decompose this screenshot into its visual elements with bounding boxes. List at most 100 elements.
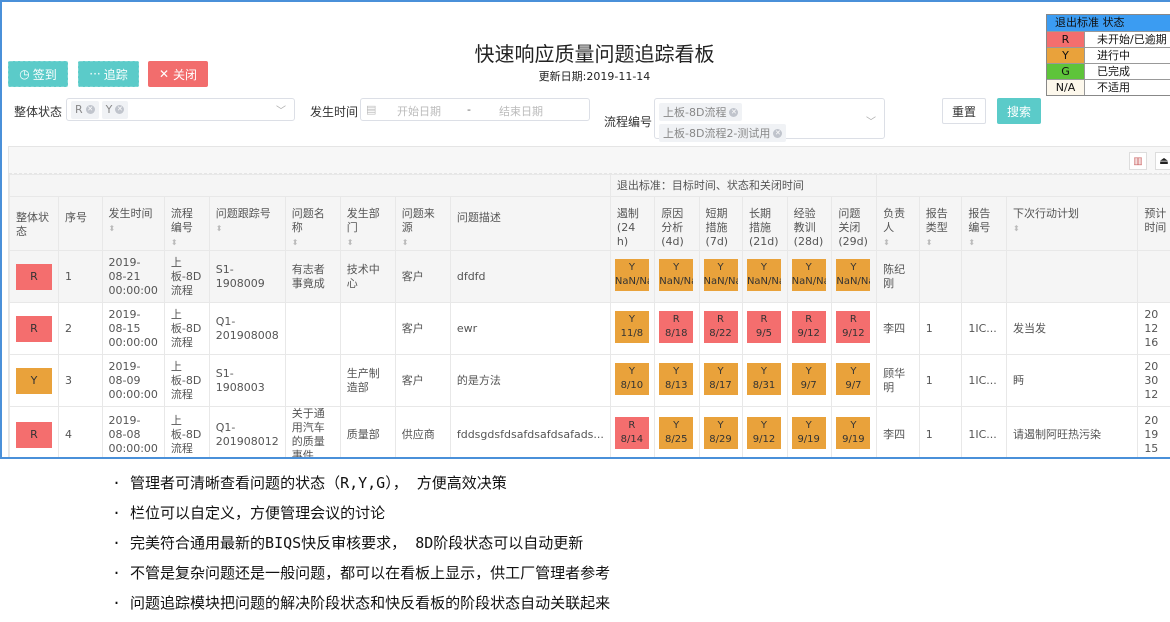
cell-plan: 发当发 <box>1006 303 1137 355</box>
columns-icon[interactable]: ▥ <box>1129 152 1147 170</box>
checkin-button[interactable]: ◷ 签到 <box>8 61 68 87</box>
tag-remove-icon[interactable]: ✕ <box>773 129 782 138</box>
table-row[interactable]: R12019-08-21 00:00:00上板-8D流程S1-1908009有志… <box>10 251 1170 303</box>
cell-plan: 请遏制阿旺热污染 <box>1006 407 1137 460</box>
overall-status-badge: Y <box>16 368 52 394</box>
cell-no: 3 <box>59 355 103 407</box>
cell-flow: 上板-8D流程 <box>164 355 209 407</box>
sort-icon[interactable]: ⬍ <box>347 236 354 250</box>
column-header: 问题关闭(29d) <box>832 197 877 251</box>
flow-tag[interactable]: 上板-8D流程2-测试用✕ <box>659 124 786 142</box>
bullet-item: · 不管是复杂问题还是一般问题，都可以在看板上显示，供工厂管理者参考 <box>112 562 610 592</box>
sort-icon[interactable]: ⬍ <box>402 236 409 250</box>
column-header[interactable]: 报告编号 ⬍ <box>962 197 1007 251</box>
calendar-icon: ▤ <box>366 103 376 116</box>
cell-track-no: S1-1908003 <box>209 355 285 407</box>
cell-owner: 陈纪刚 <box>877 251 920 303</box>
cell-dept: 生产制造部 <box>340 355 395 407</box>
stage-status-badge: Y8/29 <box>704 417 738 449</box>
cell-no: 4 <box>59 407 103 460</box>
sort-icon[interactable]: ⬍ <box>1013 222 1020 236</box>
flow-tag[interactable]: 上板-8D流程✕ <box>659 103 742 121</box>
table-row[interactable]: R42019-08-08 00:00:00上板-8D流程Q1-201908012… <box>10 407 1170 460</box>
end-date-input[interactable]: 结束日期 <box>499 103 543 119</box>
sort-icon[interactable]: ⬍ <box>883 236 890 250</box>
track-button[interactable]: ··· 追踪 <box>78 61 139 87</box>
legend-row: N/A 不适用 <box>1047 79 1170 95</box>
flow-filter-select[interactable]: 上板-8D流程✕ 上板-8D流程2-测试用✕ ﹀ <box>654 98 885 139</box>
status-filter-select[interactable]: R✕ Y✕ ﹀ <box>66 98 295 121</box>
chevron-down-icon: ﹀ <box>276 102 286 117</box>
stage-status-badge: Y8/13 <box>659 363 693 395</box>
stage-status-badge: Y9/7 <box>792 363 826 395</box>
sort-icon[interactable]: ⬍ <box>216 222 223 236</box>
date-range-picker[interactable]: ▤ 开始日期 - 结束日期 <box>360 98 590 121</box>
export-icon[interactable]: ⏏ <box>1155 152 1170 170</box>
cell-time: 2019-08-09 00:00:00 <box>102 355 164 407</box>
stage-status-badge: Y9/19 <box>792 417 826 449</box>
stage-status-badge: Y8/17 <box>704 363 738 395</box>
cell-desc: dfdfd <box>450 251 610 303</box>
column-header[interactable]: 发生部门 ⬍ <box>340 197 395 251</box>
column-header[interactable]: 报告类型 ⬍ <box>919 197 962 251</box>
column-header[interactable]: 发生时间 ⬍ <box>102 197 164 251</box>
cell-owner: 顾华明 <box>877 355 920 407</box>
stage-status-badge: Y8/10 <box>615 363 649 395</box>
column-header-row: 整体状态序号发生时间 ⬍流程编号 ⬍问题跟踪号 ⬍问题名称 ⬍发生部门 ⬍问题来… <box>10 197 1170 251</box>
column-header[interactable]: 下次行动计划 ⬍ <box>1006 197 1137 251</box>
sort-icon[interactable]: ⬍ <box>292 236 299 250</box>
column-header[interactable]: 负责人 ⬍ <box>877 197 920 251</box>
stage-status-badge: R9/12 <box>836 311 870 343</box>
time-filter-label: 发生时间 <box>310 103 358 120</box>
status-tag[interactable]: Y✕ <box>102 101 129 119</box>
column-header: 预计时间 <box>1138 197 1170 251</box>
status-tag[interactable]: R✕ <box>71 101 99 119</box>
sort-icon[interactable]: ⬍ <box>171 236 178 250</box>
clock-icon: ◷ <box>19 67 29 81</box>
overall-status-badge: R <box>16 422 52 448</box>
legend-header: 退出标准 状态 <box>1047 15 1170 31</box>
tag-remove-icon[interactable]: ✕ <box>86 105 95 114</box>
cell-eta: 20 30 12 <box>1138 355 1170 407</box>
cell-time: 2019-08-15 00:00:00 <box>102 303 164 355</box>
column-header[interactable]: 问题跟踪号 ⬍ <box>209 197 285 251</box>
stage-status-badge: Y9/7 <box>836 363 870 395</box>
tag-remove-icon[interactable]: ✕ <box>729 108 738 117</box>
overall-status-badge: R <box>16 264 52 290</box>
cell-name <box>285 355 340 407</box>
cell-no: 1 <box>59 251 103 303</box>
table-row[interactable]: R22019-08-15 00:00:00上板-8D流程Q1-201908008… <box>10 303 1170 355</box>
cell-name: 关于通用汽车的质量事件 <box>285 407 340 460</box>
stage-status-badge: YNaN/NaN <box>704 259 738 291</box>
reset-button[interactable]: 重置 <box>942 98 986 124</box>
cell-flow: 上板-8D流程 <box>164 303 209 355</box>
cell-rtype <box>919 251 962 303</box>
cell-dept: 技术中心 <box>340 251 395 303</box>
column-header[interactable]: 问题来源 ⬍ <box>395 197 450 251</box>
issues-table: 退出标准：目标时间、状态和关闭时间 整体状态序号发生时间 ⬍流程编号 ⬍问题跟踪… <box>9 174 1170 459</box>
cell-time: 2019-08-21 00:00:00 <box>102 251 164 303</box>
search-button[interactable]: 搜索 <box>997 98 1041 124</box>
sort-icon[interactable]: ⬍ <box>968 236 975 250</box>
sort-icon[interactable]: ⬍ <box>109 222 116 236</box>
column-header: 遏制(24 h) <box>610 197 654 251</box>
start-date-input[interactable]: 开始日期 <box>397 103 441 119</box>
stage-status-badge: R8/18 <box>659 311 693 343</box>
table-row[interactable]: Y32019-08-09 00:00:00上板-8D流程S1-1908003 生产… <box>10 355 1170 407</box>
stage-status-badge: Y11/8 <box>615 311 649 343</box>
bullet-item: · 栏位可以自定义，方便管理会议的讨论 <box>112 502 610 532</box>
flow-filter-label: 流程编号 <box>604 113 652 130</box>
cell-desc: fddsgdsfdsafdsafdsafads... <box>450 407 610 460</box>
tag-remove-icon[interactable]: ✕ <box>115 105 124 114</box>
stage-status-badge: YNaN/NaN <box>792 259 826 291</box>
stage-status-badge: Y8/25 <box>659 417 693 449</box>
sort-icon[interactable]: ⬍ <box>926 236 933 250</box>
bullet-item: · 管理者可清晰查看问题的状态（R,Y,G）， 方便高效决策 <box>112 472 610 502</box>
close-button[interactable]: ✕ 关闭 <box>148 61 208 87</box>
column-header: 问题描述 <box>450 197 610 251</box>
column-header[interactable]: 问题名称 ⬍ <box>285 197 340 251</box>
stage-status-badge: R8/22 <box>704 311 738 343</box>
column-header[interactable]: 流程编号 ⬍ <box>164 197 209 251</box>
stage-status-badge: Y9/12 <box>747 417 781 449</box>
cell-track-no: S1-1908009 <box>209 251 285 303</box>
